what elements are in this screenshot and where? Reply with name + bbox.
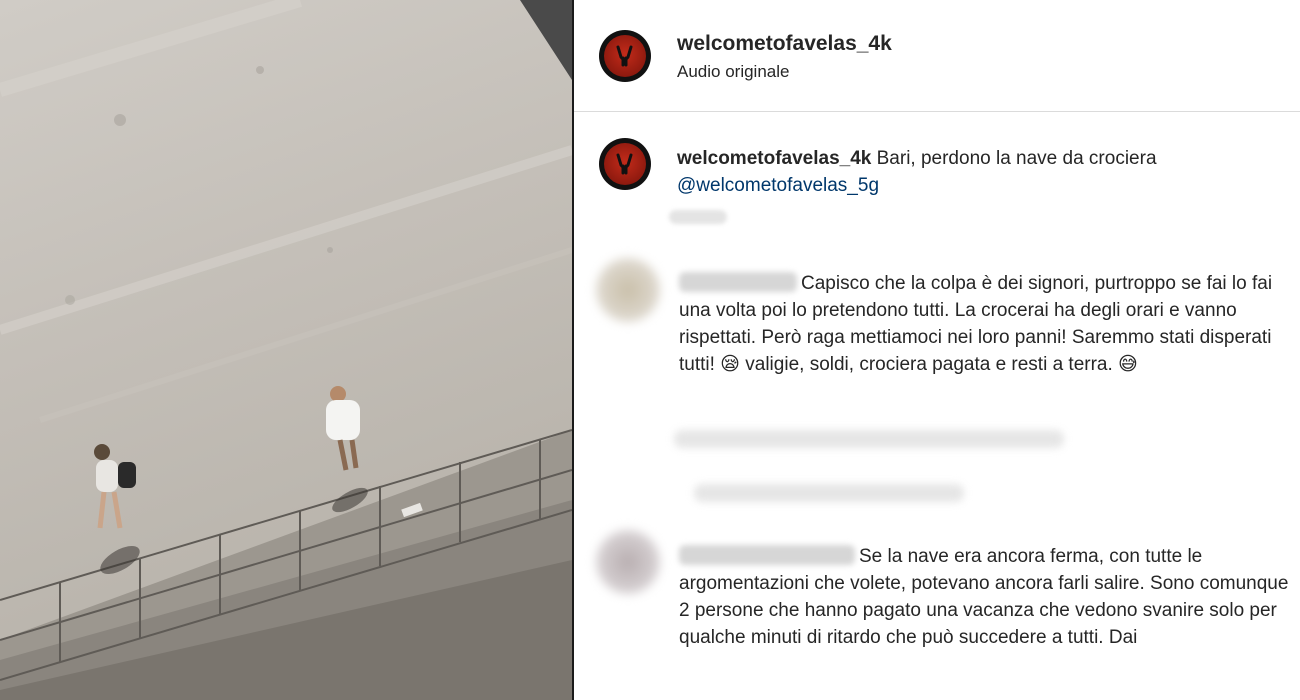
header-username[interactable]: welcometofavelas_4k: [677, 32, 892, 56]
caption-mention[interactable]: @welcometofavelas_5g: [677, 175, 879, 196]
caption-avatar[interactable]: [599, 138, 651, 190]
comment-avatar[interactable]: [596, 530, 660, 594]
hand-horns-logo-icon: [616, 45, 633, 67]
comment-avatar[interactable]: [596, 258, 660, 322]
reel-video[interactable]: [0, 0, 572, 700]
video-frame-illustration: [0, 0, 572, 700]
post-caption: welcometofavelas_4k Bari, perdono la nav…: [677, 145, 1277, 199]
comment-item: Se la nave era ancora ferma, con tutte l…: [679, 543, 1289, 651]
comment-username-blurred[interactable]: [679, 545, 855, 565]
post-panel: welcometofavelas_4k Audio originale welc…: [574, 0, 1300, 700]
caption-username[interactable]: welcometofavelas_4k: [677, 148, 871, 169]
caption-timestamp-blurred: [669, 210, 727, 224]
view-replies-blurred: [694, 484, 964, 502]
audio-original-link[interactable]: Audio originale: [677, 62, 789, 82]
hand-horns-logo-icon: [616, 153, 633, 175]
comment-item: Capisco che la colpa è dei signori, purt…: [679, 270, 1289, 378]
comment-actions-blurred: [674, 430, 1064, 448]
header-avatar[interactable]: [599, 30, 651, 82]
comment-username-blurred[interactable]: [679, 272, 797, 292]
caption-text: Bari, perdono la nave da crociera: [871, 148, 1157, 169]
header-divider: [574, 111, 1300, 112]
